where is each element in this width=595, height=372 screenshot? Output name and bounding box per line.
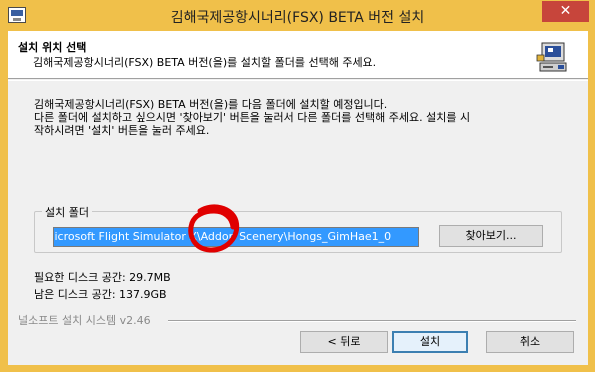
page-title: 설치 위치 선택 [18,41,87,54]
description-line: 다른 폴더에 설치하고 싶으시면 '찾아보기' 버튼을 눌러서 다른 폴더를 선… [34,111,471,124]
header-panel: 설치 위치 선택 김해국제공항시너리(FSX) BETA 버전(을)를 설치할 … [8,31,588,79]
installer-computer-icon [536,42,567,72]
page-subtitle: 김해국제공항시너리(FSX) BETA 버전(을)를 설치할 폴더를 선택해 주… [33,56,377,69]
install-folder-label: 설치 폴더 [42,204,92,220]
space-free-text: 남은 디스크 공간: 137.9GB [34,288,167,301]
cancel-button[interactable]: 취소 [486,331,574,353]
close-button[interactable]: ✕ [542,1,589,22]
install-folder-group: 설치 폴더 Microsoft Flight Simulator X\Addon… [34,204,562,253]
description-text: 김해국제공항시너리(FSX) BETA 버전(을)를 다음 폴더에 설치할 예정… [34,98,574,137]
installer-brand: 널소프트 설치 시스템 v2.46 [18,314,151,327]
installer-window: 설치 위치 선택 김해국제공항시너리(FSX) BETA 버전(을)를 설치할 … [8,31,588,365]
description-line: 작하시려면 '설치' 버튼을 눌러 주세요. [34,124,210,137]
description-line: 김해국제공항시너리(FSX) BETA 버전(을)를 다음 폴더에 설치할 예정… [34,98,388,111]
back-button[interactable]: < 뒤로 [300,331,388,353]
red-circle-annotation [188,204,240,253]
window-title: 김해국제공항시너리(FSX) BETA 버전 설치 [170,10,425,26]
browse-button[interactable]: 찾아보기... [439,225,543,247]
title-bar: 김해국제공항시너리(FSX) BETA 버전 설치 ✕ [0,0,595,31]
space-required-text: 필요한 디스크 공간: 29.7MB [34,271,171,284]
footer-divider [168,320,576,322]
install-button[interactable]: 설치 [392,331,468,353]
header-separator [8,80,588,81]
